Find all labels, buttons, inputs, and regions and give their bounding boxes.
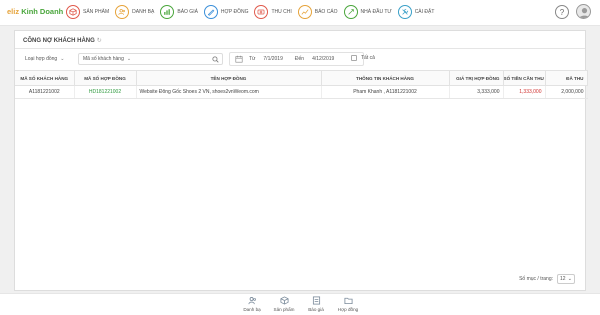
all-checkbox[interactable] bbox=[351, 55, 357, 61]
main-area: Công nợ khách hàng ↻ Loại hợp đồng ⌄ Mã s… bbox=[0, 26, 600, 293]
divider bbox=[15, 48, 585, 49]
receivables-panel: Công nợ khách hàng ↻ Loại hợp đồng ⌄ Mã s… bbox=[14, 30, 588, 291]
column-header[interactable]: Thông tin khách hàng bbox=[321, 70, 450, 86]
contract-type-select[interactable]: Loại hợp đồng ⌄ bbox=[21, 53, 68, 65]
contract-icon bbox=[203, 5, 218, 19]
to-date-input[interactable]: 4/12/2019 bbox=[312, 56, 334, 62]
brand-logo[interactable]: eliz Kinh Doanh bbox=[7, 7, 63, 16]
nav-item-products[interactable]: Sản phẩm bbox=[66, 3, 109, 21]
report-icon bbox=[297, 5, 312, 19]
chevron-down-icon: ⌄ bbox=[60, 56, 65, 62]
customer-code-select[interactable]: Mã số khách hàng ⌄ bbox=[79, 53, 135, 65]
column-header[interactable]: Mã số hợp đồng bbox=[74, 70, 137, 86]
date-range: Từ 7/1/2019 Đến 4/12/2019 bbox=[235, 53, 346, 65]
customer-info-cell: Pham Khanh , A1181221002 bbox=[321, 85, 450, 99]
chevron-down-icon: ⌄ bbox=[126, 56, 132, 62]
all-label: Tất cả bbox=[361, 55, 375, 61]
from-label: Từ bbox=[249, 56, 256, 62]
folder-icon bbox=[343, 297, 353, 305]
bottom-nav-label: Danh bạ bbox=[243, 307, 261, 312]
bottom-nav-label: Báo giá bbox=[308, 307, 324, 312]
help-button[interactable]: ? bbox=[555, 5, 569, 19]
amount-due-cell: 1,333,000 bbox=[503, 85, 546, 99]
brand-part1: eliz bbox=[7, 7, 20, 16]
bottom-nav-quotes[interactable]: Báo giá bbox=[300, 296, 332, 312]
top-bar: eliz Kinh Doanh Sản phẩm Danh bạ Báo giá bbox=[0, 0, 600, 26]
customer-code-cell: A1181221002 bbox=[15, 85, 75, 99]
contract-name-cell: Website Đông Gốc Shoes 2 VN, shoes2vnWeo… bbox=[136, 85, 322, 99]
box-icon bbox=[279, 296, 289, 305]
page-size-select[interactable]: 12 ⌄ bbox=[557, 274, 575, 284]
contract-value-cell: 3,333,000 bbox=[449, 85, 504, 99]
page-size-label: Số mục / trang: bbox=[519, 276, 553, 282]
nav-item-settings[interactable]: Cài đặt bbox=[397, 3, 435, 21]
customer-search[interactable]: Mã số khách hàng ⌄ bbox=[78, 53, 223, 65]
nav-label: Danh bạ bbox=[132, 9, 155, 15]
nav-item-quotes[interactable]: Báo giá bbox=[160, 3, 198, 21]
page-title-text: Công nợ khách hàng bbox=[23, 38, 95, 44]
nav-label: Nhà đầu tư bbox=[360, 9, 392, 15]
column-header[interactable]: Đã thu bbox=[545, 70, 588, 86]
user-icon bbox=[579, 8, 590, 18]
amount-paid-cell: 2,000,000 bbox=[545, 85, 588, 99]
bottom-nav-contracts[interactable]: Hợp đồng bbox=[332, 296, 364, 312]
bottom-nav-products[interactable]: Sản phẩm bbox=[268, 296, 300, 312]
nav-label: Hợp đồng bbox=[220, 9, 249, 15]
calendar-icon[interactable] bbox=[235, 55, 243, 63]
settings-icon bbox=[397, 5, 412, 19]
column-header[interactable]: Giá trị hợp đồng bbox=[449, 70, 504, 86]
column-header[interactable]: Tên hợp đồng bbox=[136, 70, 322, 86]
all-checkbox-wrap[interactable]: Tất cả bbox=[351, 55, 375, 61]
nav-label: Báo giá bbox=[177, 9, 198, 15]
nav-item-reports[interactable]: Báo cáo bbox=[297, 3, 338, 21]
contract-code-link[interactable]: HD181221002 bbox=[74, 85, 137, 99]
column-header[interactable]: Số tiền cần thu bbox=[503, 70, 546, 86]
search-icon[interactable] bbox=[212, 56, 219, 63]
nav-label: Cài đặt bbox=[414, 9, 435, 15]
contacts-icon bbox=[247, 297, 256, 305]
pagination: Số mục / trang: 12 ⌄ bbox=[519, 274, 575, 284]
quote-icon bbox=[312, 296, 320, 305]
contacts-icon bbox=[115, 5, 130, 19]
bottom-nav: Danh bạ Sản phẩm Báo giá Hợp đồng bbox=[236, 296, 364, 312]
cash-icon bbox=[254, 5, 269, 19]
nav-item-contracts[interactable]: Hợp đồng bbox=[203, 3, 249, 21]
customer-code-label: Mã số khách hàng bbox=[83, 56, 124, 62]
quote-icon bbox=[160, 5, 175, 19]
help-icon: ? bbox=[559, 7, 565, 17]
contract-type-label: Loại hợp đồng bbox=[25, 56, 58, 62]
from-date-input[interactable]: 7/1/2019 bbox=[263, 56, 282, 62]
chevron-down-icon: ⌄ bbox=[567, 276, 572, 282]
nav-item-investors[interactable]: Nhà đầu tư bbox=[343, 3, 392, 21]
bottom-nav-contacts[interactable]: Danh bạ bbox=[236, 296, 268, 312]
nav-label: Thu chi bbox=[271, 9, 292, 15]
nav-label: Sản phẩm bbox=[83, 9, 110, 15]
to-label: Đến bbox=[294, 56, 305, 62]
nav-label: Báo cáo bbox=[314, 9, 338, 15]
box-icon bbox=[66, 5, 80, 19]
column-header[interactable]: Mã số khách hàng bbox=[15, 70, 75, 86]
bottom-nav-label: Sản phẩm bbox=[273, 307, 295, 312]
receivables-table: Mã số khách hàng Mã số hợp đồng Tên hợp … bbox=[15, 70, 588, 99]
bottom-nav-label: Hợp đồng bbox=[337, 307, 359, 312]
table-row[interactable]: A1181221002 HD181221002 Website Đông Gốc… bbox=[15, 85, 588, 99]
bottom-bar: Danh bạ Sản phẩm Báo giá Hợp đồng bbox=[0, 293, 600, 315]
refresh-icon[interactable]: ↻ bbox=[97, 38, 102, 44]
nav-item-contacts[interactable]: Danh bạ bbox=[115, 3, 154, 21]
nav-item-cashflow[interactable]: Thu chi bbox=[254, 3, 292, 21]
page-title: Công nợ khách hàng ↻ bbox=[23, 37, 102, 44]
brand-part2: Kinh Doanh bbox=[21, 7, 64, 16]
user-avatar-button[interactable] bbox=[576, 4, 591, 19]
investor-icon bbox=[343, 5, 358, 19]
page-size-value: 12 bbox=[560, 276, 566, 282]
main-nav: Sản phẩm Danh bạ Báo giá Hợp đồng Thu ch… bbox=[66, 3, 440, 21]
table-header: Mã số khách hàng Mã số hợp đồng Tên hợp … bbox=[15, 70, 588, 86]
filter-bar: Loại hợp đồng ⌄ bbox=[21, 53, 68, 65]
